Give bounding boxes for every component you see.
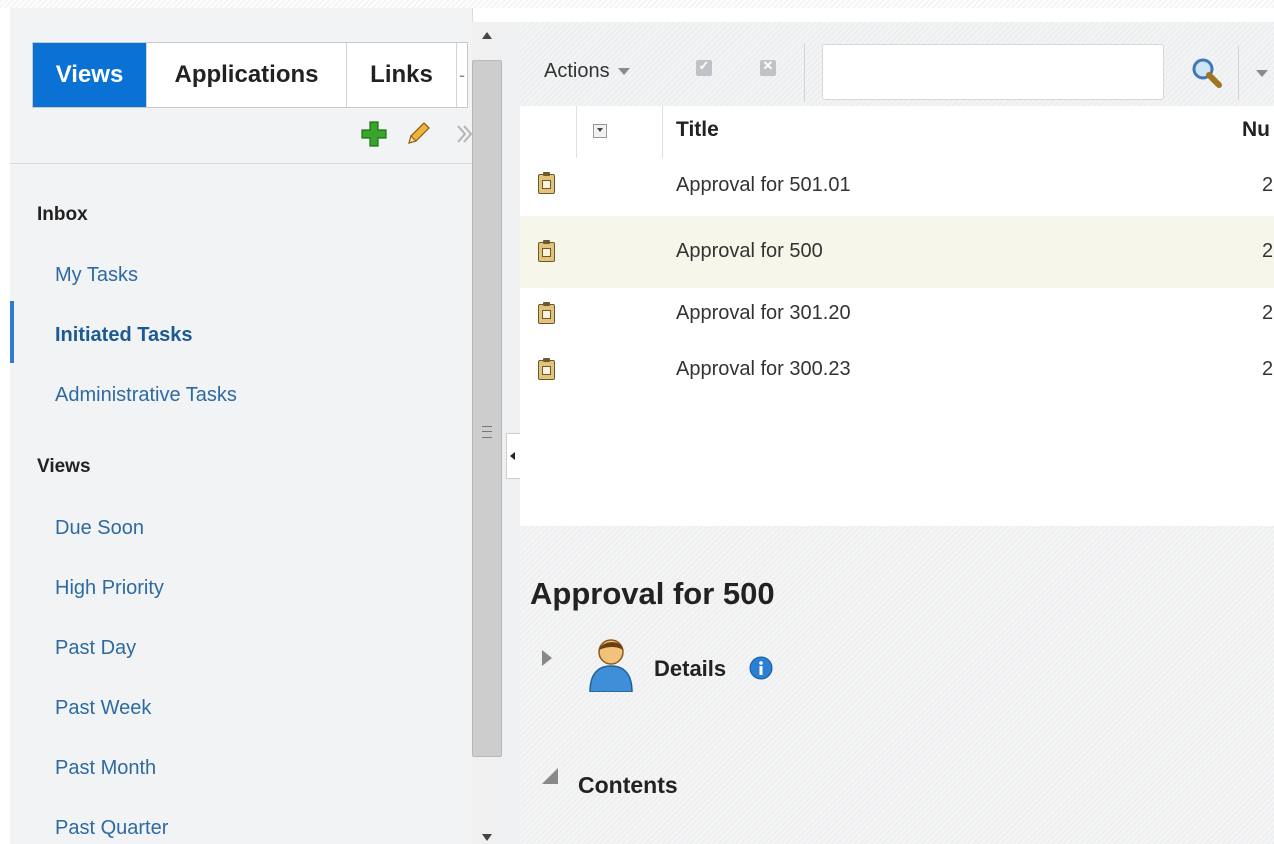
row-number: 2 [1262, 174, 1274, 196]
scroll-down-arrow-icon[interactable] [482, 834, 492, 841]
views-heading: Views [37, 456, 91, 477]
row-number: 2 [1262, 358, 1274, 380]
task-detail-panel: Approval for 500 Details Contents [520, 526, 1274, 844]
collapse-panel-button[interactable] [506, 433, 521, 479]
left-navigation-panel: Views Applications Links - Inbox My Task… [10, 8, 473, 844]
expand-details-icon[interactable] [542, 650, 552, 666]
sidebar-item-initiated-tasks[interactable]: Initiated Tasks [55, 324, 192, 347]
task-clipboard-icon [538, 172, 555, 194]
edit-pencil-icon[interactable] [404, 120, 432, 148]
column-header-number[interactable]: Nu [1242, 118, 1270, 142]
scrollbar-thumb[interactable] [472, 60, 502, 757]
left-panel-scrollbar[interactable] [472, 22, 502, 844]
search-options-caret-icon[interactable] [1256, 70, 1268, 77]
toolbar-divider [1238, 46, 1239, 100]
x-icon: ✕ [762, 58, 774, 73]
row-title: Approval for 301.20 [676, 302, 851, 324]
user-icon [589, 639, 633, 692]
add-icon[interactable] [360, 120, 388, 148]
row-number: 2 [1262, 240, 1274, 262]
selection-indicator [10, 301, 14, 363]
collapse-contents-icon[interactable] [542, 768, 558, 784]
row-number: 2 [1262, 302, 1274, 324]
task-list-panel: Actions ✓ ✕ Title Nu Approval for 501.01… [520, 22, 1274, 844]
task-clipboard-icon [538, 302, 555, 324]
sidebar-item-past-quarter[interactable]: Past Quarter [55, 817, 168, 840]
task-table-body: Approval for 501.01 2 Approval for 500 2… [520, 158, 1274, 526]
tab-applications[interactable]: Applications [147, 43, 347, 107]
task-toolbar: Actions ✓ ✕ [520, 22, 1274, 106]
search-input[interactable] [822, 44, 1164, 100]
row-title: Approval for 300.23 [676, 358, 851, 380]
table-row[interactable]: Approval for 501.01 2 [520, 158, 1274, 216]
reject-button[interactable]: ✕ [760, 58, 776, 76]
views-toolbar [10, 106, 472, 164]
table-row[interactable]: Approval for 500 2 [520, 216, 1274, 288]
expand-all-icon[interactable] [593, 124, 607, 138]
check-icon: ✓ [698, 58, 710, 73]
actions-label: Actions [544, 60, 610, 82]
row-title: Approval for 500 [676, 240, 823, 262]
tab-overflow[interactable]: - [457, 43, 467, 107]
sidebar-item-due-soon[interactable]: Due Soon [55, 517, 144, 540]
scroll-up-arrow-icon[interactable] [482, 32, 492, 39]
tab-views[interactable]: Views [33, 43, 147, 107]
search-icon[interactable] [1190, 56, 1224, 90]
sidebar-item-past-month[interactable]: Past Month [55, 757, 156, 780]
table-row[interactable]: Approval for 300.23 2 [520, 344, 1274, 400]
sidebar-item-administrative-tasks[interactable]: Administrative Tasks [55, 384, 237, 407]
column-header-title[interactable]: Title [676, 118, 719, 142]
actions-menu[interactable]: Actions [544, 60, 630, 83]
chevron-right-icon[interactable] [450, 120, 473, 148]
header-expand-column [576, 106, 663, 158]
task-clipboard-icon [538, 358, 555, 380]
table-header: Title Nu [520, 106, 1274, 159]
grip-icon [482, 426, 492, 438]
tab-links[interactable]: Links [347, 43, 457, 107]
approve-button[interactable]: ✓ [696, 58, 712, 76]
sidebar-item-past-day[interactable]: Past Day [55, 637, 136, 660]
sidebar-item-my-tasks[interactable]: My Tasks [55, 264, 138, 287]
inbox-heading: Inbox [37, 204, 88, 225]
panel-tabs: Views Applications Links - [32, 42, 468, 108]
table-row[interactable]: Approval for 301.20 2 [520, 288, 1274, 344]
detail-title: Approval for 500 [530, 576, 775, 611]
sidebar-item-past-week[interactable]: Past Week [55, 697, 151, 720]
top-strip [0, 0, 1274, 8]
task-clipboard-icon [538, 240, 555, 262]
contents-label[interactable]: Contents [578, 772, 678, 799]
dropdown-caret-icon [617, 68, 630, 76]
sidebar-item-high-priority[interactable]: High Priority [55, 577, 164, 600]
details-label[interactable]: Details [654, 656, 726, 682]
info-icon[interactable] [749, 656, 773, 680]
toolbar-divider [804, 44, 805, 102]
header-icon-column [520, 106, 577, 158]
row-title: Approval for 501.01 [676, 174, 851, 196]
